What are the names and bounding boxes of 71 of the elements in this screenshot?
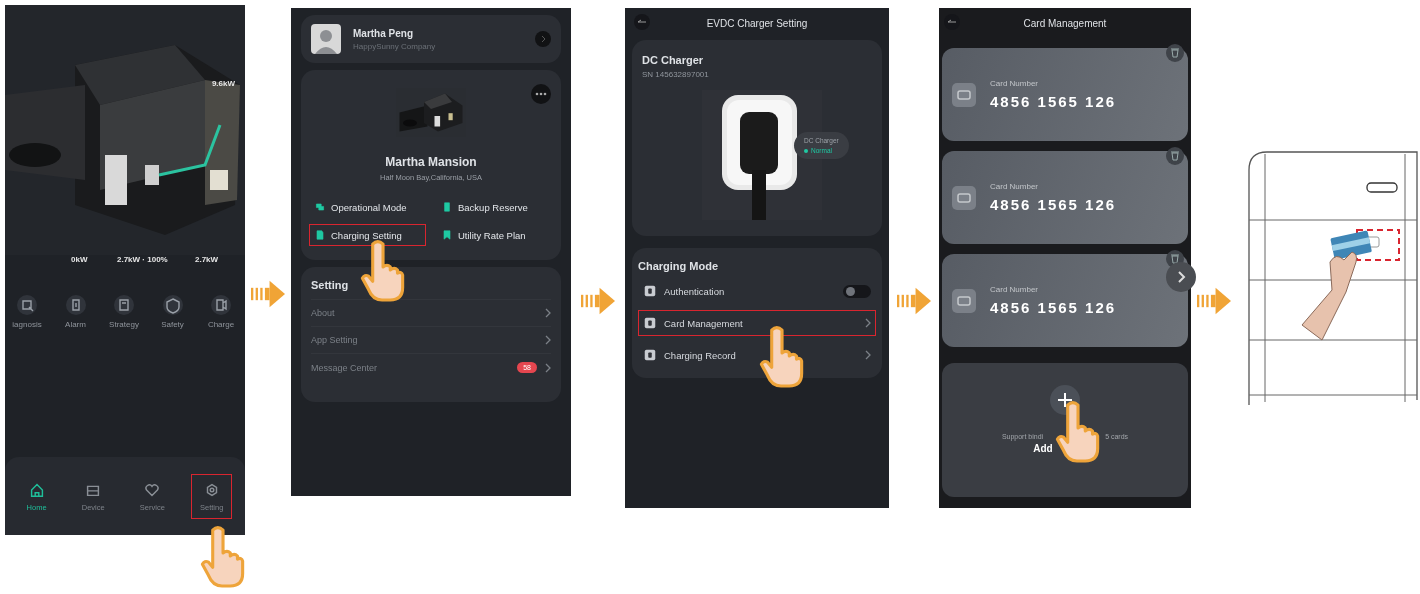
- row-icon: [643, 284, 657, 298]
- settings-row[interactable]: Card Management: [638, 310, 876, 336]
- arrow-icon: [581, 287, 615, 315]
- power-reading: 2.7kW · 100%: [117, 255, 168, 264]
- pointing-hand-icon: [758, 324, 804, 388]
- card-number: 4856 1565 126: [990, 299, 1117, 316]
- pointing-hand-icon: [1054, 399, 1100, 463]
- shortcut-label[interactable]: Alarm: [65, 320, 86, 329]
- avatar-icon: [311, 24, 341, 54]
- toggle-switch[interactable]: [843, 284, 871, 298]
- chevron-icon: [865, 350, 871, 360]
- action-icon[interactable]: [441, 201, 453, 213]
- arrow-icon: [1197, 287, 1231, 315]
- back-icon[interactable]: [944, 14, 960, 30]
- shortcut-icon[interactable]: [162, 295, 183, 315]
- shortcut-label[interactable]: Safety: [161, 320, 184, 329]
- profile-card[interactable]: Martha Peng HappySunny Company: [301, 15, 561, 63]
- quick-action[interactable]: Operational Mode: [309, 196, 426, 218]
- shortcut-icon[interactable]: [17, 295, 37, 315]
- screen-title: EVDC Charger Setting: [706, 17, 808, 29]
- menu-item[interactable]: App Setting: [311, 326, 551, 353]
- row-icon: [643, 316, 657, 330]
- row-icon: [643, 348, 657, 362]
- quick-action[interactable]: Utility Rate Plan: [436, 224, 553, 246]
- arrow-icon: [251, 280, 285, 308]
- arrow-icon: [897, 287, 931, 315]
- chevron-icon: [545, 308, 551, 318]
- quick-action[interactable]: Charging Setting: [309, 224, 426, 246]
- action-icon[interactable]: [314, 201, 326, 213]
- chevron-icon: [545, 335, 551, 345]
- delete-icon[interactable]: [1166, 44, 1184, 62]
- card-icon: [952, 288, 976, 313]
- power-reading: 0kW: [71, 255, 88, 264]
- shortcut-label[interactable]: Strategy: [109, 320, 139, 329]
- delete-icon[interactable]: [1166, 147, 1184, 165]
- section-title: Charging Mode: [638, 260, 720, 272]
- back-icon[interactable]: [634, 14, 650, 30]
- section-title: Setting: [311, 279, 350, 291]
- chevron-icon: [865, 318, 871, 328]
- settings-row[interactable]: Charging Record: [638, 342, 876, 368]
- serial-number: SN 145632897001: [642, 70, 710, 79]
- card-label: Card Number: [990, 182, 1039, 191]
- card-label: Card Number: [990, 79, 1039, 88]
- next-button[interactable]: [1166, 262, 1196, 292]
- chevron-icon[interactable]: [535, 31, 551, 47]
- shortcut-label[interactable]: iagnosis: [12, 320, 42, 329]
- add-label: Add: [1033, 443, 1053, 454]
- chevron-icon: [545, 362, 551, 373]
- card-number: 4856 1565 126: [990, 93, 1117, 110]
- card-label: Card Number: [990, 285, 1039, 294]
- company-name: HappySunny Company: [353, 41, 437, 51]
- power-reading: 9.6kW: [211, 79, 235, 88]
- screen-title: Card Management: [1023, 17, 1107, 29]
- power-reading: 2.7kW: [195, 255, 219, 264]
- card-number: 4856 1565 126: [990, 196, 1117, 213]
- pointing-hand-icon: [199, 523, 245, 588]
- action-icon[interactable]: [314, 229, 326, 241]
- shortcut-icon[interactable]: [65, 295, 86, 315]
- user-name: Martha Peng: [353, 27, 414, 39]
- settings-row[interactable]: Authentication: [638, 278, 876, 304]
- card-icon: [952, 185, 976, 210]
- home-name: Martha Mansion: [385, 155, 477, 169]
- shortcut-label[interactable]: Charge: [207, 320, 235, 329]
- quick-action[interactable]: Backup Reserve: [436, 196, 553, 218]
- card-icon: [952, 82, 976, 107]
- menu-item[interactable]: About: [311, 299, 551, 326]
- more-icon[interactable]: [531, 84, 551, 104]
- device-name: DC Charger: [642, 54, 705, 66]
- action-icon[interactable]: [441, 229, 453, 241]
- shortcut-icon[interactable]: [114, 295, 134, 315]
- shortcut-icon[interactable]: [211, 295, 231, 315]
